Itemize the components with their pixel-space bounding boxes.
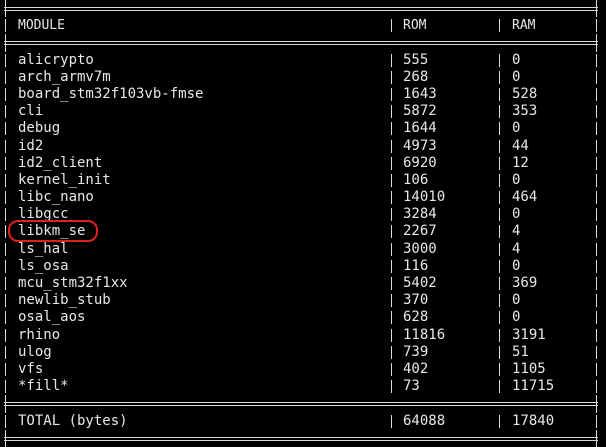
row-module: osal_aos xyxy=(18,309,86,326)
row-rom: 739 xyxy=(403,343,429,360)
row-ram: 0 xyxy=(512,171,521,188)
total-row: TOTAL (bytes) 64088 17840 xyxy=(0,413,606,430)
row-rom: 370 xyxy=(403,292,429,309)
row-ram: 44 xyxy=(512,137,529,154)
row-rom: 4973 xyxy=(403,137,437,154)
row-ram: 0 xyxy=(512,51,521,68)
row-ram: 353 xyxy=(512,103,538,120)
row-ram: 0 xyxy=(512,120,521,137)
row-module: vfs xyxy=(18,360,44,377)
row-module: ls_osa xyxy=(18,257,69,274)
table-row: ulog 739 51 xyxy=(0,344,606,361)
row-ram: 0 xyxy=(512,206,521,223)
row-ram: 0 xyxy=(512,292,521,309)
row-ram: 1105 xyxy=(512,360,546,377)
row-module: ulog xyxy=(18,343,52,360)
row-module: alicrypto xyxy=(18,51,94,68)
table-row: id2_client 6920 12 xyxy=(0,155,606,172)
row-rom: 11816 xyxy=(403,326,446,343)
row-module: newlib_stub xyxy=(18,292,111,309)
terminal-output: MODULE ROM RAM alicrypto 555 0 arch_armv7m 2… xyxy=(0,0,606,447)
row-module: *fill* xyxy=(18,378,69,395)
row-ram: 11715 xyxy=(512,378,555,395)
row-rom: 6920 xyxy=(403,154,437,171)
row-module: rhino xyxy=(18,326,61,343)
row-ram: 369 xyxy=(512,275,538,291)
table-row: ls_osa 116 0 xyxy=(0,258,606,275)
row-rom: 402 xyxy=(403,360,429,377)
row-module: debug xyxy=(18,120,61,137)
row-rom: 2267 xyxy=(403,223,437,240)
row-ram: 464 xyxy=(512,189,538,206)
row-rom: 3000 xyxy=(403,240,437,257)
row-rom: 5402 xyxy=(403,275,437,291)
header-divider-rule xyxy=(0,34,606,52)
table-row: board_stm32f103vb-fmse 1643 528 xyxy=(0,86,606,103)
row-ram: 12 xyxy=(512,154,529,171)
row-rom: 5872 xyxy=(403,103,437,120)
row-rom: 555 xyxy=(403,51,429,68)
row-rom: 1644 xyxy=(403,120,437,137)
table-row: osal_aos 628 0 xyxy=(0,309,606,326)
table-header-row: MODULE ROM RAM xyxy=(0,17,606,34)
row-ram: 528 xyxy=(512,85,538,102)
table-row: alicrypto 555 0 xyxy=(0,52,606,69)
table-row: rhino 11816 3191 xyxy=(0,327,606,344)
row-rom: 1643 xyxy=(403,85,437,102)
row-ram: 0 xyxy=(512,309,521,326)
header-ram: RAM xyxy=(512,18,536,34)
total-label: TOTAL (bytes) xyxy=(18,412,128,429)
table-row: arch_armv7m 268 0 xyxy=(0,69,606,86)
row-rom: 14010 xyxy=(403,189,446,206)
header-rom: ROM xyxy=(403,18,427,34)
row-rom: 628 xyxy=(403,309,429,326)
table-row: id2 4973 44 xyxy=(0,138,606,155)
row-module: id2_client xyxy=(18,154,103,171)
table-row: kernel_init 106 0 xyxy=(0,172,606,189)
row-ram: 4 xyxy=(512,223,521,240)
row-module: board_stm32f103vb-fmse xyxy=(18,85,204,102)
row-ram: 51 xyxy=(512,343,529,360)
total-rom: 64088 xyxy=(403,412,446,429)
row-ram: 0 xyxy=(512,68,521,85)
row-rom: 106 xyxy=(403,171,429,188)
table-row: libc_nano 14010 464 xyxy=(0,189,606,206)
row-module: id2 xyxy=(18,137,44,154)
table-row: ls_hal 3000 4 xyxy=(0,241,606,258)
table-row: *fill* 73 11715 xyxy=(0,378,606,395)
row-module: libc_nano xyxy=(18,189,94,206)
row-rom: 116 xyxy=(403,257,429,274)
row-rom: 268 xyxy=(403,68,429,85)
top-border-rule xyxy=(0,0,606,18)
table-row: cli 5872 353 xyxy=(0,103,606,120)
row-rom: 73 xyxy=(403,378,420,395)
table-row: vfs 402 1105 xyxy=(0,361,606,378)
libkm-se-highlight-circle xyxy=(8,220,98,243)
row-module: arch_armv7m xyxy=(18,68,111,85)
row-ram: 4 xyxy=(512,240,521,257)
row-module: ls_hal xyxy=(18,240,69,257)
row-module: mcu_stm32f1xx xyxy=(18,275,128,291)
row-module: kernel_init xyxy=(18,171,111,188)
total-divider-rule xyxy=(0,395,606,413)
table-row: newlib_stub 370 0 xyxy=(0,292,606,309)
bottom-border-rule xyxy=(0,429,606,447)
row-ram: 0 xyxy=(512,257,521,274)
row-rom: 3284 xyxy=(403,206,437,223)
header-module: MODULE xyxy=(18,18,65,34)
table-row: mcu_stm32f1xx 5402 369 xyxy=(0,275,606,292)
table-row: debug 1644 0 xyxy=(0,120,606,137)
row-module: cli xyxy=(18,103,44,120)
row-ram: 3191 xyxy=(512,326,546,343)
total-ram: 17840 xyxy=(512,412,555,429)
